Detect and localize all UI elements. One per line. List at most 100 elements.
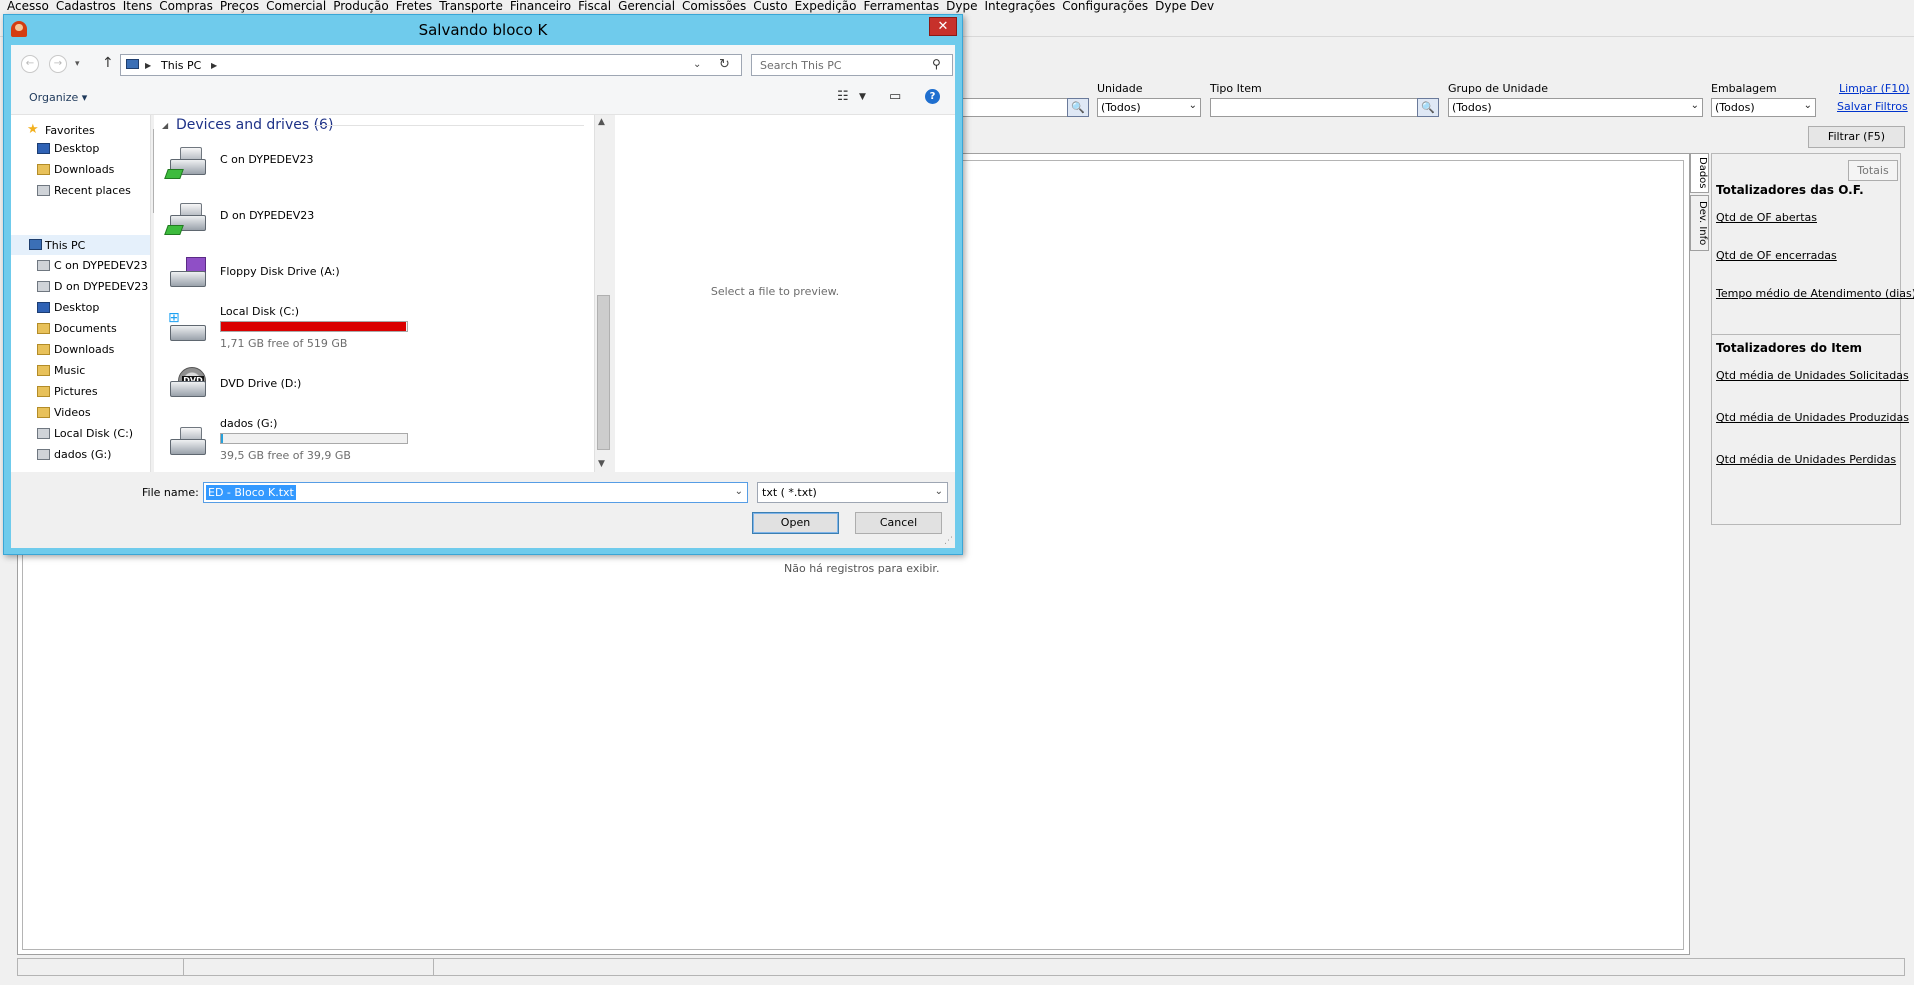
limpar-link[interactable]: Limpar (F10) (1839, 82, 1910, 95)
menu-item[interactable]: Acesso (7, 0, 49, 12)
salvar-filtros-link[interactable]: Salvar Filtros (1837, 100, 1908, 113)
nav-videos[interactable]: Videos (54, 406, 91, 419)
menu-item[interactable]: Transporte (439, 0, 503, 12)
nav-downloads[interactable]: Downloads (54, 343, 114, 356)
embalagem-select[interactable]: (Todos) ⌄ (1711, 98, 1816, 117)
grid-empty-message: Não há registros para exibir. (784, 562, 940, 575)
nav-fav-downloads[interactable]: Downloads (54, 163, 114, 176)
drive-dvd-d[interactable]: DVD Drive (D:) (220, 377, 301, 390)
view-options-icon[interactable]: ☷ (837, 89, 849, 104)
tipo-item-input[interactable] (1210, 98, 1418, 117)
nav-desktop[interactable]: Desktop (54, 301, 99, 314)
search-box[interactable]: Search This PC ⚲ (751, 54, 953, 76)
menu-item[interactable]: Comercial (266, 0, 326, 12)
embalagem-value: (Todos) (1715, 101, 1755, 114)
help-icon[interactable]: ? (925, 89, 940, 104)
organize-menu[interactable]: Organize ▾ (29, 91, 87, 104)
nav-fav-desktop[interactable]: Desktop (54, 142, 99, 155)
forward-arrow-icon[interactable]: → (49, 55, 67, 73)
close-button[interactable]: ✕ (929, 17, 957, 36)
menu-item[interactable]: Ferramentas (864, 0, 940, 12)
menu-item[interactable]: Configurações (1062, 0, 1148, 12)
up-arrow-icon[interactable]: ↑ (102, 55, 114, 71)
unidades-produzidas-link[interactable]: Qtd média de Unidades Produzidas (1716, 411, 1909, 424)
file-name-value[interactable]: ED - Bloco K.txt (206, 485, 296, 500)
nav-c-on-dypedev23[interactable]: C on DYPEDEV23 (54, 259, 148, 272)
menu-item[interactable]: Itens (123, 0, 152, 12)
totais-button[interactable]: Totais (1848, 160, 1898, 181)
menu-item[interactable]: Fretes (396, 0, 432, 12)
dialog-body: ← → ▾ ↑ ▶ This PC ▶ ⌄ ↻ Search This PC ⚲… (11, 45, 955, 548)
menu-item[interactable]: Comissões (682, 0, 746, 12)
filtrar-button[interactable]: Filtrar (F5) (1808, 126, 1905, 148)
menu-item[interactable]: Fiscal (578, 0, 611, 12)
scroll-down-icon[interactable]: ▼ (598, 459, 605, 469)
recent-locations-icon[interactable]: ▾ (75, 59, 80, 69)
grupo-unidade-select[interactable]: (Todos) ⌄ (1448, 98, 1703, 117)
menu-item[interactable]: Dype (946, 0, 977, 12)
scroll-up-icon[interactable]: ▲ (598, 117, 605, 127)
drive-dados-g[interactable]: dados (G:) (220, 417, 277, 430)
search-icon[interactable]: ⚲ (932, 57, 941, 71)
address-bar[interactable]: ▶ This PC ▶ ⌄ ↻ (120, 54, 742, 76)
view-dropdown-icon[interactable]: ▼ (859, 92, 866, 102)
file-type-select[interactable]: txt ( *.txt) ⌄ (757, 482, 948, 503)
tempo-medio-link[interactable]: Tempo médio de Atendimento (dias) (1716, 287, 1914, 300)
nav-pictures[interactable]: Pictures (54, 385, 98, 398)
menu-item[interactable]: Custo (753, 0, 787, 12)
file-list-scrollbar[interactable]: ▲ ▼ (594, 115, 611, 472)
file-list: ◢ Devices and drives (6) C on DYPEDEV23 … (154, 115, 607, 472)
unidades-perdidas-link[interactable]: Qtd média de Unidades Perdidas (1716, 453, 1896, 466)
open-button[interactable]: Open (752, 512, 839, 534)
menu-item[interactable]: Expedição (795, 0, 857, 12)
unidades-solicitadas-link[interactable]: Qtd média de Unidades Solicitadas (1716, 369, 1909, 382)
resize-grip-icon[interactable]: ⋰ (944, 536, 953, 546)
nav-d-on-dypedev23[interactable]: D on DYPEDEV23 (54, 280, 148, 293)
drive-d-on-dypedev23[interactable]: D on DYPEDEV23 (220, 209, 314, 222)
filter-code-input[interactable] (962, 98, 1068, 117)
address-dropdown-icon[interactable]: ⌄ (693, 59, 701, 70)
nav-local-disk-c[interactable]: Local Disk (C:) (54, 427, 133, 440)
menu-item[interactable]: Compras (159, 0, 213, 12)
downloads-folder-icon (37, 344, 50, 355)
drive-floppy-a[interactable]: Floppy Disk Drive (A:) (220, 265, 340, 278)
scroll-thumb[interactable] (597, 295, 610, 450)
nav-dados-g[interactable]: dados (G:) (54, 448, 111, 461)
collapse-caret-icon[interactable]: ◢ (162, 121, 168, 130)
of-abertas-link[interactable]: Qtd de OF abertas (1716, 211, 1817, 224)
nav-music[interactable]: Music (54, 364, 85, 377)
menu-item[interactable]: Gerencial (618, 0, 675, 12)
file-name-input[interactable]: ED - Bloco K.txt ⌄ (203, 482, 748, 503)
menu-item[interactable]: Integrações (984, 0, 1055, 12)
file-name-label: File name: (142, 486, 199, 499)
dialog-title: Salvando bloco K (418, 21, 548, 39)
dialog-titlebar[interactable]: Salvando bloco K ✕ (4, 15, 962, 45)
menu-item[interactable]: Dype Dev (1155, 0, 1214, 12)
drive-local-disk-c[interactable]: Local Disk (C:) (220, 305, 299, 318)
tab-dev-info[interactable]: Dev. Info (1690, 195, 1709, 251)
of-encerradas-link[interactable]: Qtd de OF encerradas (1716, 249, 1837, 262)
tab-dados[interactable]: Dados (1690, 153, 1709, 193)
menu-item[interactable]: Preços (220, 0, 259, 12)
unidade-select[interactable]: (Todos) ⌄ (1097, 98, 1201, 117)
nav-fav-recent-places[interactable]: Recent places (54, 184, 131, 197)
drive-c-on-dypedev23[interactable]: C on DYPEDEV23 (220, 153, 314, 166)
refresh-icon[interactable]: ↻ (719, 57, 730, 72)
nav-documents[interactable]: Documents (54, 322, 117, 335)
tipo-item-label: Tipo Item (1210, 82, 1262, 95)
preview-pane-icon[interactable]: ▭ (889, 89, 901, 104)
breadcrumb-chevron-icon[interactable]: ▶ (145, 61, 151, 70)
devices-group-header[interactable]: Devices and drives (6) (176, 117, 333, 133)
nav-this-pc[interactable]: This PC (45, 239, 85, 252)
breadcrumb-this-pc[interactable]: This PC (161, 59, 201, 72)
tipo-item-search-icon[interactable]: 🔍 (1417, 98, 1439, 117)
chevron-down-icon[interactable]: ⌄ (735, 486, 743, 497)
breadcrumb-chevron-icon[interactable]: ▶ (211, 61, 217, 70)
menu-item[interactable]: Cadastros (56, 0, 116, 12)
nav-favorites[interactable]: Favorites (45, 124, 95, 137)
back-arrow-icon[interactable]: ← (21, 55, 39, 73)
cancel-button[interactable]: Cancel (855, 512, 942, 534)
menu-item[interactable]: Produção (333, 0, 389, 12)
filter-code-search-icon[interactable]: 🔍 (1067, 98, 1089, 117)
menu-item[interactable]: Financeiro (510, 0, 571, 12)
